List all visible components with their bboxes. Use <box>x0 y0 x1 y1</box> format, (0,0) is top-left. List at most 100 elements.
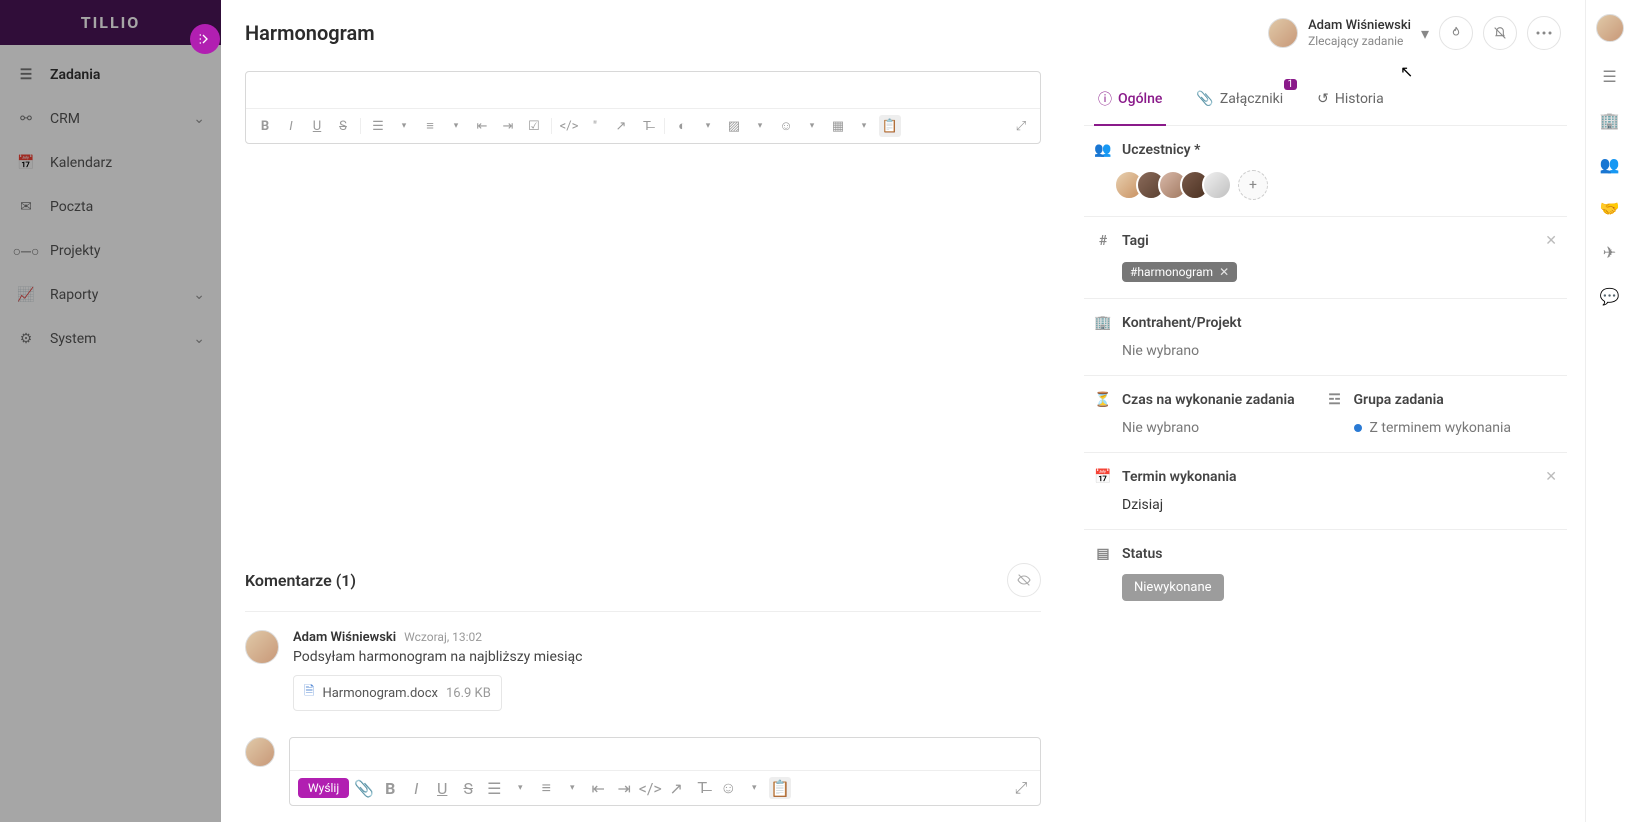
editor-input[interactable] <box>246 72 1040 108</box>
send-rail-icon[interactable]: ✈ <box>1600 242 1620 262</box>
comments-header: Komentarze (1) <box>245 549 1041 612</box>
send-button[interactable]: Wyślij <box>298 778 349 798</box>
topbar: Harmonogram Adam Wiśniewski Zlecający za… <box>221 0 1585 67</box>
indent-button[interactable]: ⇥ <box>613 777 635 799</box>
section-label: Kontrahent/Projekt <box>1122 315 1242 331</box>
emoji-button[interactable]: ☺ <box>775 115 797 137</box>
building-icon: 🏢 <box>1094 315 1112 331</box>
reply-editor[interactable]: Wyślij 📎 B I U S ☰▾ ≡▾ ⇤ ⇥ </> ↗ T̶ ☺▾ <box>289 737 1041 806</box>
bold-button[interactable]: B <box>254 115 276 137</box>
time-value[interactable]: Nie wybrano <box>1094 420 1326 436</box>
clear-format-button[interactable]: T̶ <box>636 115 658 137</box>
chevron-down-icon[interactable]: ▾ <box>743 777 765 799</box>
sidebar-toggle-button[interactable] <box>190 24 220 54</box>
comment-author: Adam Wiśniewski <box>293 630 396 645</box>
ul-button[interactable]: ☰ <box>483 777 505 799</box>
quote-button[interactable]: " <box>584 115 606 137</box>
bell-off-icon-button[interactable] <box>1483 16 1517 50</box>
comment: Adam Wiśniewski Wczoraj, 13:02 Podsyłam … <box>245 612 1041 729</box>
underline-button[interactable]: U <box>431 777 453 799</box>
status-dot <box>1354 424 1362 432</box>
more-icon-button[interactable] <box>1527 16 1561 50</box>
emoji-button[interactable]: ☺ <box>717 777 739 799</box>
italic-button[interactable]: I <box>280 115 302 137</box>
current-user-avatar[interactable] <box>1596 14 1624 42</box>
fire-icon-button[interactable] <box>1439 16 1473 50</box>
tab-label: Ogólne <box>1118 91 1162 107</box>
hourglass-icon: ⏳ <box>1094 392 1112 408</box>
building-rail-icon[interactable]: 🏢 <box>1600 110 1620 130</box>
user-name: Adam Wiśniewski <box>1308 18 1411 34</box>
italic-button[interactable]: I <box>405 777 427 799</box>
tag-chip[interactable]: #harmonogram✕ <box>1122 262 1237 282</box>
strike-button[interactable]: S <box>457 777 479 799</box>
attach-button[interactable]: 📎 <box>353 777 375 799</box>
chevron-down-icon[interactable]: ▾ <box>853 115 875 137</box>
expand-button[interactable]: ⤢ <box>1010 777 1032 799</box>
contractor-section: 🏢 Kontrahent/Projekt Nie wybrano <box>1084 299 1567 376</box>
ol-button[interactable]: ≡ <box>535 777 557 799</box>
right-rail: ☰ 🏢 👥 🤝 ✈ 💬 <box>1585 0 1633 822</box>
section-label: Status <box>1122 546 1162 562</box>
tags-section: #Tagi✕ #harmonogram✕ <box>1084 217 1567 299</box>
chevron-down-icon[interactable]: ▾ <box>801 115 823 137</box>
avatar[interactable] <box>1202 170 1232 200</box>
assigner-dropdown[interactable]: Adam Wiśniewski Zlecający zadanie ▾ <box>1268 18 1429 48</box>
due-value[interactable]: Dzisiaj <box>1094 497 1557 513</box>
tab-info[interactable]: ⓘOgólne <box>1094 73 1166 125</box>
table-button[interactable]: ▦ <box>827 115 849 137</box>
handshake-rail-icon[interactable]: 🤝 <box>1600 198 1620 218</box>
tab-history[interactable]: ↺Historia <box>1313 73 1388 125</box>
avatar <box>1268 18 1298 48</box>
group-value[interactable]: Z terminem wykonania <box>1326 420 1558 436</box>
details-panel: ⓘOgólne📎Załączniki1↺Historia 👥Uczestnicy… <box>1065 67 1585 822</box>
clipboard-button[interactable]: 📋 <box>879 115 901 137</box>
participants-avatars: + <box>1094 170 1557 200</box>
task-detail-panel: Harmonogram Adam Wiśniewski Zlecający za… <box>221 0 1585 822</box>
attachment-name: Harmonogram.docx <box>322 686 438 701</box>
status-chip[interactable]: Niewykonane <box>1122 574 1224 601</box>
expand-button[interactable]: ⤢ <box>1010 115 1032 137</box>
reply-input[interactable] <box>290 738 1040 770</box>
code-button[interactable]: </> <box>558 115 580 137</box>
chevron-down-icon[interactable]: ▾ <box>561 777 583 799</box>
clear-format-button[interactable]: T̶ <box>691 777 713 799</box>
link-button[interactable]: ↗ <box>665 777 687 799</box>
checklist-button[interactable]: ☑ <box>523 115 545 137</box>
remove-tag-button[interactable]: ✕ <box>1219 265 1229 279</box>
textcolor-button[interactable]: ◐ <box>671 115 693 137</box>
clear-tags-button[interactable]: ✕ <box>1545 233 1557 249</box>
tab-clip[interactable]: 📎Załączniki1 <box>1192 73 1287 125</box>
ul-button[interactable]: ☰ <box>367 115 389 137</box>
section-label: Termin wykonania <box>1122 469 1237 485</box>
bold-button[interactable]: B <box>379 777 401 799</box>
contractor-value[interactable]: Nie wybrano <box>1094 343 1557 359</box>
ol-button[interactable]: ≡ <box>419 115 441 137</box>
user-role: Zlecający zadanie <box>1308 34 1411 48</box>
page-title: Harmonogram <box>245 21 375 45</box>
chat-rail-icon[interactable]: 💬 <box>1600 286 1620 306</box>
add-participant-button[interactable]: + <box>1238 170 1268 200</box>
chevron-down-icon[interactable]: ▾ <box>393 115 415 137</box>
indent-button[interactable]: ⇥ <box>497 115 519 137</box>
link-button[interactable]: ↗ <box>610 115 632 137</box>
chevron-down-icon[interactable]: ▾ <box>749 115 771 137</box>
toggle-visibility-button[interactable] <box>1007 563 1041 597</box>
chevron-down-icon[interactable]: ▾ <box>509 777 531 799</box>
chevron-down-icon[interactable]: ▾ <box>697 115 719 137</box>
bgcolor-button[interactable]: ▨ <box>723 115 745 137</box>
comments-title: Komentarze (1) <box>245 571 356 590</box>
clear-due-button[interactable]: ✕ <box>1545 469 1557 485</box>
users-rail-icon[interactable]: 👥 <box>1600 154 1620 174</box>
strike-button[interactable]: S <box>332 115 354 137</box>
description-editor[interactable]: B I U S ☰▾ ≡▾ ⇤ ⇥ ☑ </> " ↗ T̶ ◐▾ <box>245 71 1041 144</box>
attachment-chip[interactable]: 🗎 Harmonogram.docx 16.9 KB <box>293 675 502 711</box>
underline-button[interactable]: U <box>306 115 328 137</box>
outdent-button[interactable]: ⇤ <box>471 115 493 137</box>
tasks-rail-icon[interactable]: ☰ <box>1600 66 1620 86</box>
outdent-button[interactable]: ⇤ <box>587 777 609 799</box>
avatar <box>245 630 279 664</box>
clipboard-button[interactable]: 📋 <box>769 777 791 799</box>
chevron-down-icon[interactable]: ▾ <box>445 115 467 137</box>
code-button[interactable]: </> <box>639 777 661 799</box>
